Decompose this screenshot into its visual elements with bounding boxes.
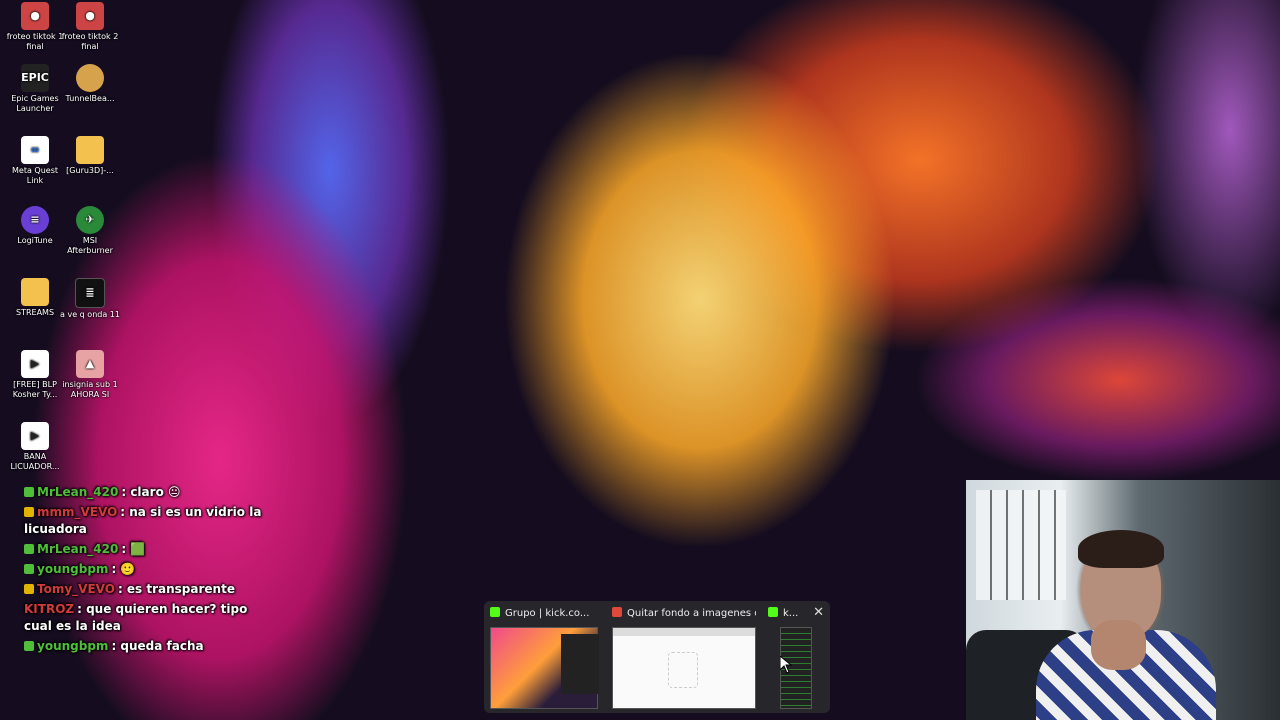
sub-badge-icon bbox=[24, 487, 34, 497]
folder-icon bbox=[21, 278, 49, 306]
chat-text: : es transparente bbox=[117, 582, 235, 596]
desktop-icon-label: MSI Afterburner bbox=[67, 236, 113, 255]
desktop-icon-label: LogiTune bbox=[17, 236, 53, 245]
kick-app-icon bbox=[768, 607, 778, 617]
brave-app-icon bbox=[612, 607, 622, 617]
msi-afterburner-icon: ✈ bbox=[76, 206, 104, 234]
window-title-text: k... bbox=[783, 608, 799, 619]
desktop-icon-msi-afterburner[interactable]: ✈ MSI Afterburner bbox=[59, 206, 121, 256]
desktop-icon-streams-folder[interactable]: STREAMS bbox=[4, 278, 66, 318]
tunnelbear-icon bbox=[76, 64, 104, 92]
desktop-icon-epic-games[interactable]: EPIC Epic Games Launcher bbox=[4, 64, 66, 114]
window-preview-kick-group[interactable]: Grupo | kick.co... bbox=[484, 601, 600, 713]
chat-text: : 🟩 bbox=[121, 542, 146, 556]
chat-text: : queda facha bbox=[111, 639, 204, 653]
desktop-icon-froteo-2[interactable]: ● froteo tiktok 2 final bbox=[59, 2, 121, 52]
chat-username: youngbpm bbox=[37, 562, 109, 576]
window-preview-title: Quitar fondo a imagenes o... bbox=[612, 607, 756, 621]
chat-message: MrLean_420: 🟩 bbox=[24, 541, 264, 558]
webcam-overlay bbox=[966, 480, 1280, 720]
desktop-icon-label: [Guru3D]-... bbox=[66, 166, 114, 175]
desktop-icon-insignia-sub[interactable]: ▲ insignia sub 1 AHORA SI bbox=[59, 350, 121, 400]
chat-username: MrLean_420 bbox=[37, 542, 119, 556]
window-thumbnail bbox=[612, 627, 756, 709]
desktop-icon-blp-kosher[interactable]: ▶ [FREE] BLP Kosher Ty... bbox=[4, 350, 66, 400]
window-title-text: Quitar fondo a imagenes o... bbox=[627, 608, 756, 619]
window-thumbnail bbox=[490, 627, 599, 709]
desktop-icon-label: froteo tiktok 2 final bbox=[61, 32, 119, 51]
chat-message: mmm_VEVO: na si es un vidrio la licuador… bbox=[24, 504, 264, 538]
meta-icon: ∞ bbox=[21, 136, 49, 164]
document-icon: ≣ bbox=[75, 278, 105, 308]
desktop-icon-label: froteo tiktok 1 final bbox=[6, 32, 64, 51]
desktop-icon-label: STREAMS bbox=[15, 308, 55, 317]
desktop-icon-meta-quest-link[interactable]: ∞ Meta Quest Link bbox=[4, 136, 66, 186]
chat-message: youngbpm: 🙂 bbox=[24, 561, 264, 578]
chat-message: youngbpm: queda facha bbox=[24, 638, 264, 655]
chat-message: KITROZ: que quieren hacer? tipo cual es … bbox=[24, 601, 264, 635]
image-file-icon: ▲ bbox=[76, 350, 104, 378]
chat-message: Tomy_VEVO: es transparente bbox=[24, 581, 264, 598]
desktop-icon-label: Epic Games Launcher bbox=[11, 94, 59, 113]
window-preview-title: Grupo | kick.co... bbox=[490, 607, 598, 621]
stream-chat-overlay: MrLean_420: claro 😐 mmm_VEVO: na si es u… bbox=[24, 484, 264, 658]
streamer-hair bbox=[1078, 530, 1164, 568]
desktop-icon-label: Meta Quest Link bbox=[12, 166, 58, 185]
media-file-icon: ▶ bbox=[21, 422, 49, 450]
chat-username: MrLean_420 bbox=[37, 485, 119, 499]
desktop-icon-label: insignia sub 1 AHORA SI bbox=[62, 380, 118, 399]
folder-icon bbox=[76, 136, 104, 164]
video-project-icon: ● bbox=[76, 2, 104, 30]
desktop-icon-label: TunnelBea... bbox=[65, 94, 115, 103]
desktop-icon-froteo-1[interactable]: ● froteo tiktok 1 final bbox=[4, 2, 66, 52]
chat-username: KITROZ bbox=[24, 602, 75, 616]
desktop-icon-label: BANA LICUADOR... bbox=[10, 452, 60, 471]
logitune-icon: ≡ bbox=[21, 206, 49, 234]
sub-badge-icon bbox=[24, 507, 34, 517]
chat-username: youngbpm bbox=[37, 639, 109, 653]
taskbar-window-previews: Grupo | kick.co... Quitar fondo a imagen… bbox=[484, 601, 830, 713]
sub-badge-icon bbox=[24, 544, 34, 554]
chat-username: mmm_VEVO bbox=[37, 505, 118, 519]
chat-text: : claro 😐 bbox=[121, 485, 181, 499]
media-file-icon: ▶ bbox=[21, 350, 49, 378]
sub-badge-icon bbox=[24, 584, 34, 594]
desktop-icon-area: ● froteo tiktok 1 final ● froteo tiktok … bbox=[0, 0, 130, 480]
desktop-icon-logitune[interactable]: ≡ LogiTune bbox=[4, 206, 66, 246]
window-preview-quitar-fondo[interactable]: Quitar fondo a imagenes o... bbox=[606, 601, 756, 713]
window-preview-kick-2[interactable]: k... ✕ bbox=[762, 601, 830, 713]
desktop-icon-a-ve-q-onda[interactable]: ≣ a ve q onda 11 bbox=[59, 278, 121, 320]
window-preview-title: k... bbox=[768, 607, 804, 621]
desktop-icon-label: a ve q onda 11 bbox=[60, 310, 120, 319]
desktop-icon-guru3d-folder[interactable]: [Guru3D]-... bbox=[59, 136, 121, 176]
chat-username: Tomy_VEVO bbox=[37, 582, 115, 596]
sub-badge-icon bbox=[24, 564, 34, 574]
kick-app-icon bbox=[490, 607, 500, 617]
chat-message: MrLean_420: claro 😐 bbox=[24, 484, 264, 501]
desktop-icon-bana-licuador[interactable]: ▶ BANA LICUADOR... bbox=[4, 422, 66, 472]
window-title-text: Grupo | kick.co... bbox=[505, 608, 590, 619]
chat-text: : 🙂 bbox=[111, 562, 136, 576]
close-icon[interactable]: ✕ bbox=[813, 605, 824, 620]
desktop-icon-tunnelbear[interactable]: TunnelBea... bbox=[59, 64, 121, 104]
sub-badge-icon bbox=[24, 641, 34, 651]
video-project-icon: ● bbox=[21, 2, 49, 30]
streamer-hand bbox=[1091, 620, 1146, 670]
webcam-background-window bbox=[976, 490, 1066, 600]
epic-games-icon: EPIC bbox=[21, 64, 49, 92]
desktop-icon-label: [FREE] BLP Kosher Ty... bbox=[12, 380, 58, 399]
